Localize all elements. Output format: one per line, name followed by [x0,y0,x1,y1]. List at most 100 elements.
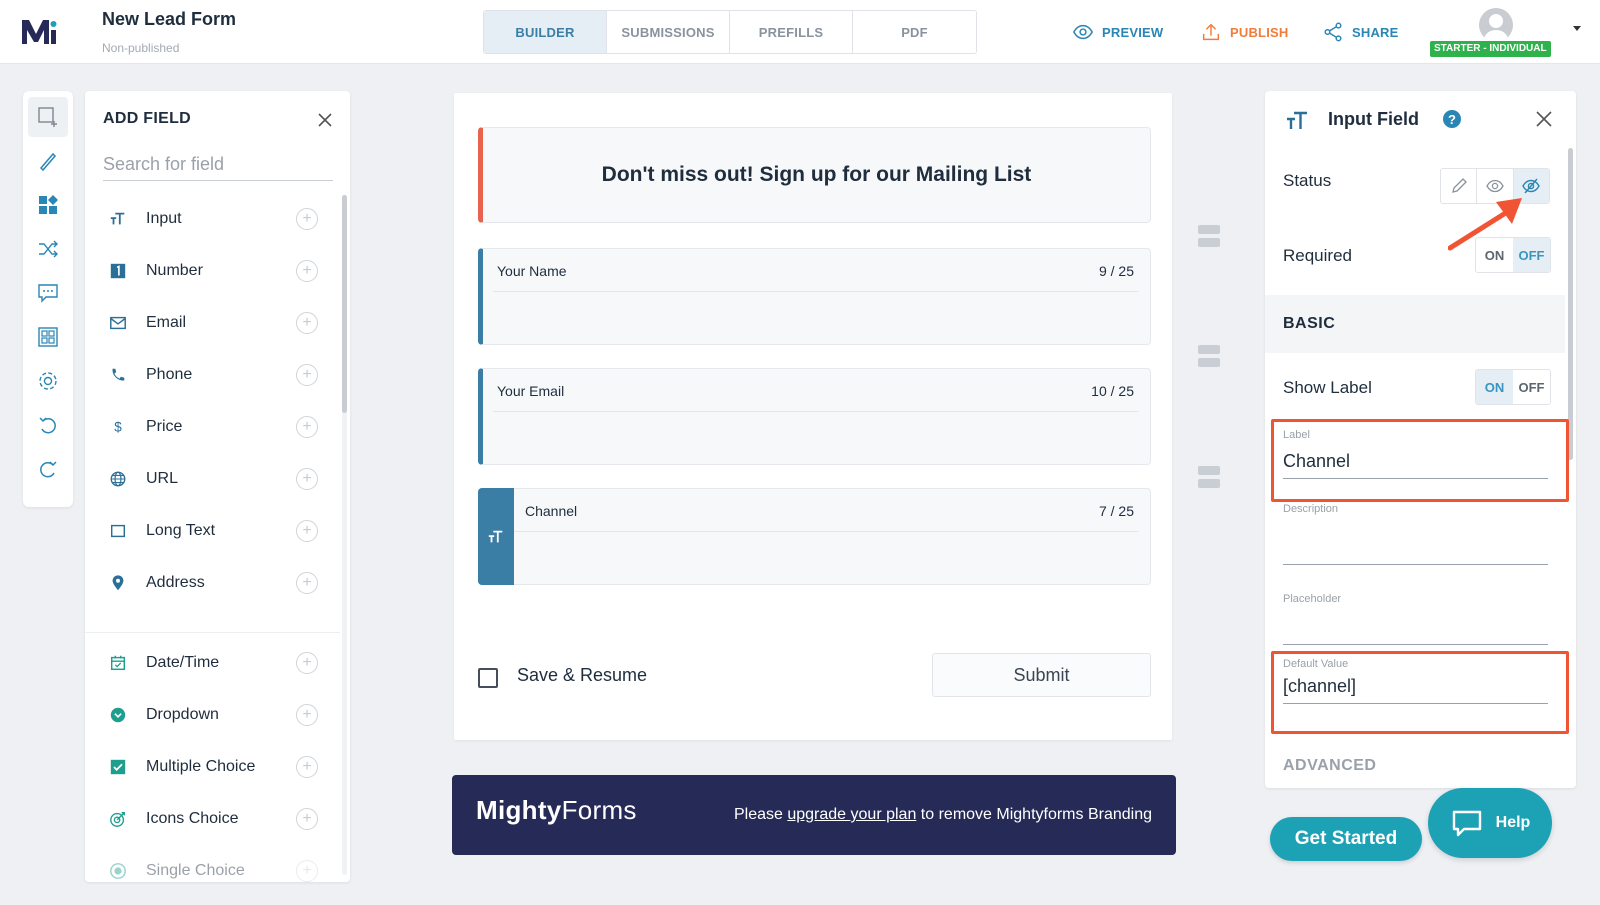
user-avatar[interactable] [1479,8,1513,42]
checkbox-icon [108,757,128,777]
field-item-address[interactable]: Address + [85,557,340,609]
placeholder-field[interactable]: Placeholder [1283,593,1548,645]
form-canvas: Don't miss out! Sign up for our Mailing … [454,93,1172,740]
redo-icon[interactable] [28,449,68,489]
brush-icon[interactable] [28,141,68,181]
field-divider [514,531,1138,532]
show-label-on-button[interactable]: ON [1476,370,1513,404]
field-item-icons-choice[interactable]: Icons Choice + [85,793,340,845]
field-label: Price [146,418,183,435]
field-item-input[interactable]: Input + [85,193,340,245]
properties-scrollbar[interactable] [1568,148,1573,460]
add-circle-icon[interactable]: + [296,704,318,726]
char-counter: 9 / 25 [1098,263,1134,279]
field-item-price[interactable]: $ Price + [85,401,340,453]
add-circle-icon[interactable]: + [296,808,318,830]
share-label: SHARE [1352,24,1399,40]
description-input[interactable] [1283,519,1548,565]
add-circle-icon[interactable]: + [296,312,318,334]
add-field-panel: ADD FIELD Input + Number + Email + Phone… [85,91,350,882]
description-field[interactable]: Description [1283,503,1548,565]
text-input-icon [488,530,503,542]
add-circle-icon[interactable]: + [296,860,318,882]
field-item-multiple-choice[interactable]: Multiple Choice + [85,741,340,793]
mightyforms-logo-icon[interactable] [18,12,58,52]
share-button[interactable]: SHARE [1322,20,1399,44]
scrollbar-thumb[interactable] [342,195,347,413]
field-block-your-name[interactable]: Your Name 9 / 25 [478,248,1151,345]
advanced-section-header[interactable]: ADVANCED [1283,757,1376,775]
settings-icon[interactable] [28,361,68,401]
field-item-phone[interactable]: Phone + [85,349,340,401]
upgrade-plan-link[interactable]: upgrade your plan [787,806,916,823]
shuffle-icon[interactable] [28,229,68,269]
templates-icon[interactable] [28,317,68,357]
show-label-off-button[interactable]: OFF [1513,370,1550,404]
field-item-single-choice[interactable]: Single Choice + [85,845,340,882]
help-icon[interactable]: ? [1443,110,1461,128]
close-icon[interactable] [314,109,336,131]
add-circle-icon[interactable]: + [296,572,318,594]
dollar-icon: $ [108,417,128,437]
add-circle-icon[interactable]: + [296,756,318,778]
field-item-email[interactable]: Email + [85,297,340,349]
add-circle-icon[interactable]: + [296,652,318,674]
add-field-title: ADD FIELD [103,110,192,127]
text-input-icon [108,209,128,229]
close-icon[interactable] [1534,109,1554,129]
preview-button[interactable]: PREVIEW [1072,20,1163,44]
text-input-icon [1287,111,1307,129]
add-circle-icon[interactable]: + [296,520,318,542]
field-block-label: Channel [525,503,578,519]
help-label: Help [1495,814,1531,831]
tab-submissions[interactable]: SUBMISSIONS [607,11,730,53]
form-title[interactable]: New Lead Form [102,9,236,30]
field-item-url[interactable]: URL + [85,453,340,505]
help-button[interactable]: Help [1428,788,1552,858]
selected-field-handle[interactable] [478,488,514,585]
field-search-input[interactable] [103,149,333,181]
add-field-icon[interactable] [28,97,68,137]
publish-button[interactable]: PUBLISH [1200,20,1288,44]
group-divider [85,609,340,633]
field-block-your-email[interactable]: Your Email 10 / 25 [478,368,1151,465]
placeholder-input[interactable] [1283,615,1548,645]
share-icon [1324,22,1342,42]
field-divider [493,291,1138,292]
form-heading-block[interactable]: Don't miss out! Sign up for our Mailing … [478,127,1151,223]
tab-pdf[interactable]: PDF [853,11,976,53]
chat-bubble-icon [1452,810,1481,837]
drag-handle-icon[interactable] [1198,225,1220,247]
field-item-number[interactable]: Number + [85,245,340,297]
get-started-button[interactable]: Get Started [1270,817,1422,861]
field-item-long-text[interactable]: Long Text + [85,505,340,557]
add-circle-icon[interactable]: + [296,260,318,282]
basic-section-header[interactable]: BASIC [1265,295,1565,353]
widgets-icon[interactable] [28,185,68,225]
eye-off-icon [1522,178,1541,194]
field-item-date-time[interactable]: Date/Time + [85,637,340,689]
eye-icon [1486,179,1504,193]
drag-handle-icon[interactable] [1198,345,1220,367]
tab-builder[interactable]: BUILDER [484,11,607,53]
drag-handle-icon[interactable] [1198,466,1220,488]
add-circle-icon[interactable]: + [296,364,318,386]
field-label: Date/Time [146,654,220,671]
chevron-down-icon[interactable] [1573,26,1581,31]
save-resume-checkbox[interactable] [478,668,498,688]
tab-prefills[interactable]: PREFILLS [730,11,853,53]
mightyforms-wordmark: MightyForms [476,795,637,825]
radio-icon [108,861,128,881]
undo-icon[interactable] [28,405,68,445]
submit-button[interactable]: Submit [932,653,1151,697]
field-block-channel[interactable]: Channel 7 / 25 [478,488,1151,585]
add-circle-icon[interactable]: + [296,416,318,438]
field-divider [493,411,1138,412]
default-value-highlight-box [1271,651,1569,734]
add-circle-icon[interactable]: + [296,208,318,230]
add-circle-icon[interactable]: + [296,468,318,490]
char-counter: 7 / 25 [1098,503,1134,519]
messages-icon[interactable] [28,273,68,313]
field-item-dropdown[interactable]: Dropdown + [85,689,340,741]
pointer-arrow-icon [1448,198,1522,251]
